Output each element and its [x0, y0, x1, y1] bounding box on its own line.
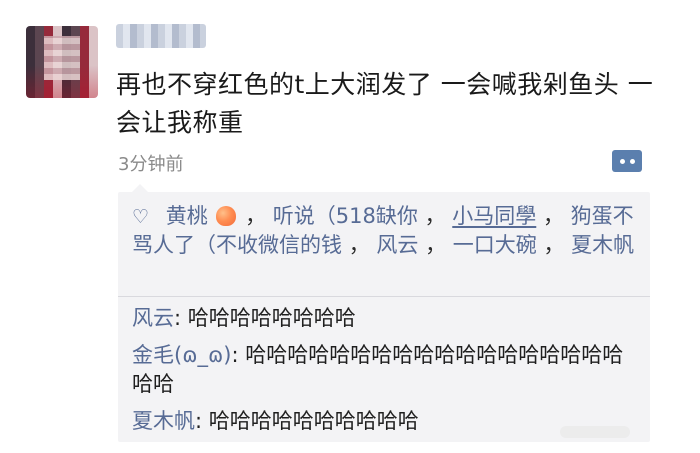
- comment-colon: :: [195, 409, 203, 433]
- comment-colon: :: [174, 306, 182, 330]
- like-user[interactable]: 听说（518缺你: [273, 204, 418, 228]
- likes-list: ♡ 黄桃 ， 听说（518缺你 ， 小马同學 ， 狗蛋不骂人了（不收微信的钱 ，…: [132, 202, 637, 259]
- dot-icon: [630, 159, 635, 164]
- comment-author[interactable]: 夏木帆: [132, 409, 195, 433]
- separator: ，: [245, 204, 267, 228]
- like-user[interactable]: 风云: [376, 233, 418, 257]
- comment-text: 哈哈哈哈哈哈哈哈哈哈: [208, 409, 419, 433]
- comment-colon: :: [231, 343, 239, 367]
- post-text: 再也不穿红色的t上大润发了 一会喊我剁鱼头 一会让我称重: [116, 70, 654, 137]
- user-avatar[interactable]: [26, 26, 98, 98]
- comment-menu-button[interactable]: [612, 150, 642, 172]
- separator: ，: [424, 204, 446, 228]
- comment-text: 哈哈哈哈哈哈哈哈: [187, 306, 356, 330]
- interaction-panel: ♡ 黄桃 ， 听说（518缺你 ， 小马同學 ， 狗蛋不骂人了（不收微信的钱 ，…: [118, 192, 650, 442]
- heart-outline-icon: ♡: [132, 206, 150, 228]
- dot-icon: [620, 159, 625, 164]
- like-user[interactable]: 夏木帆: [571, 233, 634, 257]
- separator: ，: [543, 233, 565, 257]
- comment-row[interactable]: 金毛(ɷ_ɷ): 哈哈哈哈哈哈哈哈哈哈哈哈哈哈哈哈哈哈哈哈: [132, 341, 637, 399]
- panel-divider: [118, 296, 650, 297]
- separator: ，: [542, 204, 564, 228]
- peach-emoji-icon: [216, 206, 237, 226]
- post-timestamp: 3分钟前: [118, 154, 184, 175]
- like-user[interactable]: 一口大碗: [453, 233, 537, 257]
- separator: ，: [425, 233, 447, 257]
- username-blurred[interactable]: [116, 24, 206, 48]
- comment-author[interactable]: 风云: [132, 306, 174, 330]
- comment-author[interactable]: 金毛(ɷ_ɷ): [132, 343, 231, 367]
- panel-caret: [132, 184, 148, 192]
- comment-row[interactable]: 风云: 哈哈哈哈哈哈哈哈: [132, 304, 637, 333]
- like-user[interactable]: 小马同學: [452, 204, 536, 228]
- watermark: [560, 426, 630, 438]
- separator: ，: [348, 233, 370, 257]
- like-user[interactable]: 黄桃: [166, 204, 208, 228]
